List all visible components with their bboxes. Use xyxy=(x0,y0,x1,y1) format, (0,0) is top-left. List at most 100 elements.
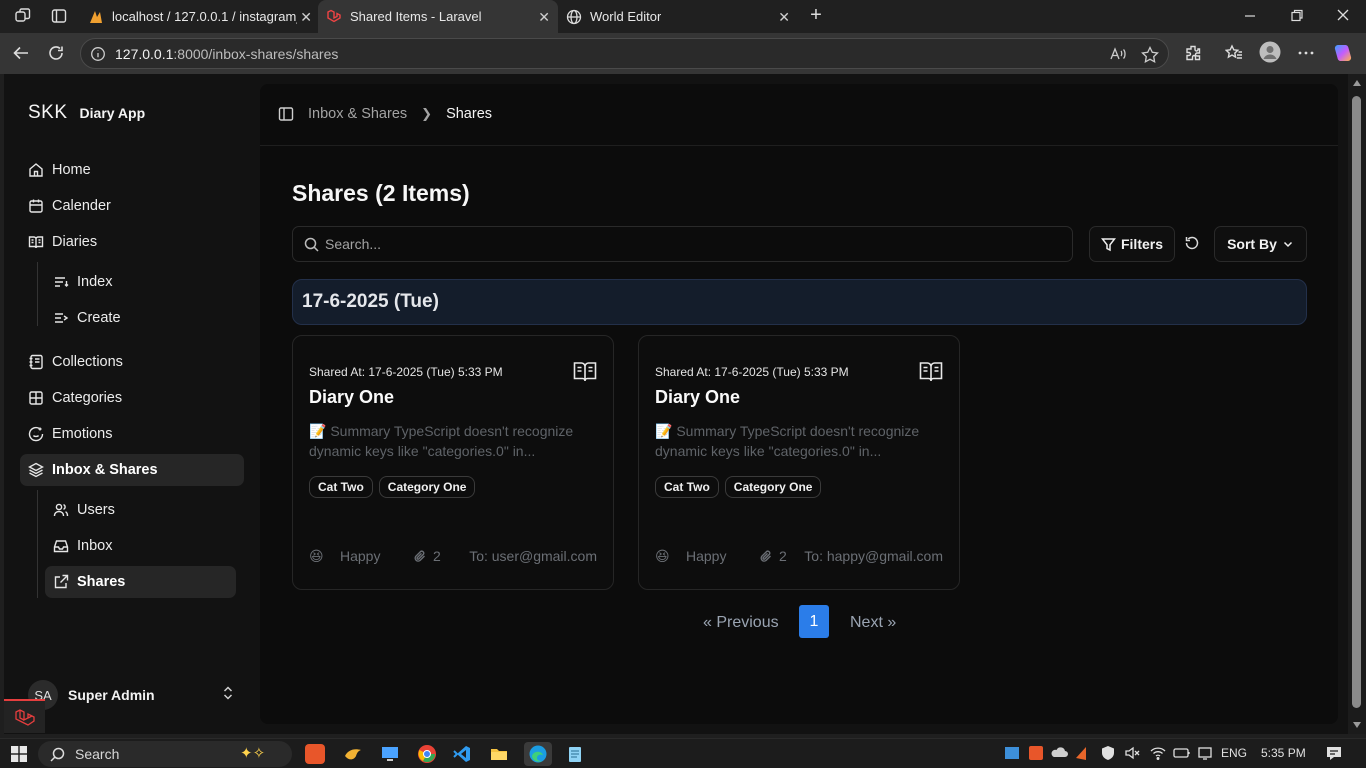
browser-tab-phpmyadmin[interactable]: localhost / 127.0.0.1 / instagram_c ✕ xyxy=(80,0,320,33)
tag-list: Cat Two Category One xyxy=(655,476,822,498)
breadcrumb-parent[interactable]: Inbox & Shares xyxy=(308,106,407,122)
external-link-icon xyxy=(53,574,69,590)
sidebar-item-label: Collections xyxy=(52,354,123,370)
brand[interactable]: SKK Diary App xyxy=(28,102,145,124)
chevrons-up-down-icon[interactable] xyxy=(222,685,234,701)
sidebar-item-label: Emotions xyxy=(52,426,113,442)
refresh-icon[interactable] xyxy=(47,44,65,62)
category-tag: Cat Two xyxy=(309,476,373,498)
sidebar-item-index[interactable]: Index xyxy=(45,266,236,298)
page-number-current[interactable]: 1 xyxy=(799,605,829,638)
read-aloud-icon[interactable] xyxy=(1109,46,1127,62)
submenu-line xyxy=(37,262,38,326)
sidebar-item-diaries[interactable]: Diaries xyxy=(20,226,244,258)
scroll-down-arrow-icon[interactable] xyxy=(1353,722,1361,728)
favorites-icon[interactable] xyxy=(1225,44,1243,62)
shared-at: Shared At: 17-6-2025 (Tue) 5:33 PM xyxy=(655,365,849,379)
share-card[interactable]: Shared At: 17-6-2025 (Tue) 5:33 PM Diary… xyxy=(638,335,960,590)
close-icon[interactable]: ✕ xyxy=(538,9,550,26)
clock[interactable]: 5:35 PM xyxy=(1261,746,1306,760)
file-explorer-icon[interactable] xyxy=(489,744,509,764)
language-indicator[interactable]: ENG xyxy=(1221,746,1247,760)
address-bar[interactable]: 127.0.0.1:8000/inbox-shares/shares xyxy=(80,38,1169,69)
share-card[interactable]: Shared At: 17-6-2025 (Tue) 5:33 PM Diary… xyxy=(292,335,614,590)
tray-audio-app-icon[interactable] xyxy=(1074,745,1088,761)
tab-title: Shared Items - Laravel xyxy=(350,9,482,24)
sidebar-item-collections[interactable]: Collections xyxy=(20,346,244,378)
sidebar-item-inbox[interactable]: Inbox xyxy=(45,530,236,562)
sidebar-item-categories[interactable]: Categories xyxy=(20,382,244,414)
restore-icon[interactable] xyxy=(1290,7,1304,25)
wifi-icon[interactable] xyxy=(1150,745,1166,761)
previous-page-link[interactable]: « Previous xyxy=(703,614,779,632)
tab-actions-icon[interactable] xyxy=(50,7,68,25)
workspaces-icon[interactable] xyxy=(14,7,32,25)
minimize-icon[interactable] xyxy=(1243,7,1257,25)
sidebar-item-calender[interactable]: Calender xyxy=(20,190,244,222)
page-scrollbar[interactable] xyxy=(1348,74,1366,734)
sidebar-item-users[interactable]: Users xyxy=(45,494,236,526)
grid-icon xyxy=(28,390,44,406)
extensions-icon[interactable] xyxy=(1184,44,1202,62)
browser-toolbar: 127.0.0.1:8000/inbox-shares/shares xyxy=(0,33,1366,74)
notebook-icon xyxy=(28,354,44,370)
back-arrow-icon[interactable] xyxy=(12,44,30,62)
browser-tab-shared-items[interactable]: Shared Items - Laravel ✕ xyxy=(318,0,558,33)
scrollbar-thumb[interactable] xyxy=(1352,96,1361,708)
user-menu[interactable]: SA Super Admin xyxy=(28,680,155,710)
close-icon[interactable]: ✕ xyxy=(300,9,312,26)
tab-title: World Editor xyxy=(590,9,662,24)
reset-icon[interactable] xyxy=(1184,235,1200,251)
notifications-icon[interactable] xyxy=(1325,745,1343,761)
more-options-icon[interactable] xyxy=(1297,44,1315,62)
tray-xampp-icon[interactable] xyxy=(1028,745,1044,761)
shared-at: Shared At: 17-6-2025 (Tue) 5:33 PM xyxy=(309,365,503,379)
copilot-icon[interactable] xyxy=(1332,42,1354,64)
sidebar-item-create[interactable]: Create xyxy=(45,302,236,334)
sidebar-toggle-icon[interactable] xyxy=(278,106,294,122)
scroll-up-arrow-icon[interactable] xyxy=(1353,80,1361,86)
volume-muted-icon[interactable] xyxy=(1124,745,1140,761)
filters-button[interactable]: Filters xyxy=(1089,226,1175,262)
notepad-icon[interactable] xyxy=(565,744,585,764)
search-input[interactable] xyxy=(325,227,1065,261)
paperclip-icon xyxy=(760,550,771,562)
onedrive-icon[interactable] xyxy=(1051,745,1069,761)
display-icon[interactable] xyxy=(1197,745,1213,761)
vscode-icon[interactable] xyxy=(452,744,472,764)
windows-start-icon[interactable] xyxy=(11,746,27,762)
xampp-app-icon[interactable] xyxy=(305,744,325,764)
window-close-icon[interactable] xyxy=(1336,7,1350,25)
home-icon xyxy=(28,162,44,178)
new-tab-button[interactable]: + xyxy=(806,5,826,25)
app-bird-icon[interactable] xyxy=(343,744,363,764)
profile-avatar-icon[interactable] xyxy=(1259,41,1281,63)
sidebar-item-home[interactable]: Home xyxy=(20,154,244,186)
security-shield-icon[interactable] xyxy=(1100,745,1116,761)
next-page-link[interactable]: Next » xyxy=(850,614,896,632)
sidebar-item-shares[interactable]: Shares xyxy=(45,566,236,598)
browser-tab-world-editor[interactable]: World Editor ✕ xyxy=(558,0,798,33)
sidebar: SKK Diary App Home Calender Diaries Inde… xyxy=(4,74,260,734)
list-plus-icon xyxy=(53,310,69,326)
edge-app-icon[interactable] xyxy=(524,742,552,766)
breadcrumb-current: Shares xyxy=(446,106,493,122)
tray-app-icon[interactable] xyxy=(1004,745,1020,761)
sidebar-item-emotions[interactable]: Emotions xyxy=(20,418,244,450)
smile-icon xyxy=(28,426,44,442)
laravel-debug-badge[interactable] xyxy=(4,699,45,733)
sidebar-item-inbox-shares[interactable]: Inbox & Shares xyxy=(20,454,244,486)
battery-icon[interactable] xyxy=(1173,745,1191,761)
user-name: Super Admin xyxy=(68,687,155,703)
site-info-icon[interactable] xyxy=(90,46,106,62)
favorite-star-icon[interactable] xyxy=(1141,46,1159,63)
remote-desktop-icon[interactable] xyxy=(380,744,400,764)
diary-title: Diary One xyxy=(655,387,741,407)
close-icon[interactable]: ✕ xyxy=(778,9,790,26)
sparkle-icon: ✦✧ xyxy=(240,745,266,762)
taskbar-search[interactable]: Search ✦✧ xyxy=(38,741,292,767)
brand-logo: SKK xyxy=(28,102,68,123)
sort-by-button[interactable]: Sort By xyxy=(1214,226,1307,262)
breadcrumb: Inbox & Shares ❯ Shares xyxy=(278,106,492,122)
chrome-icon[interactable] xyxy=(417,744,437,764)
